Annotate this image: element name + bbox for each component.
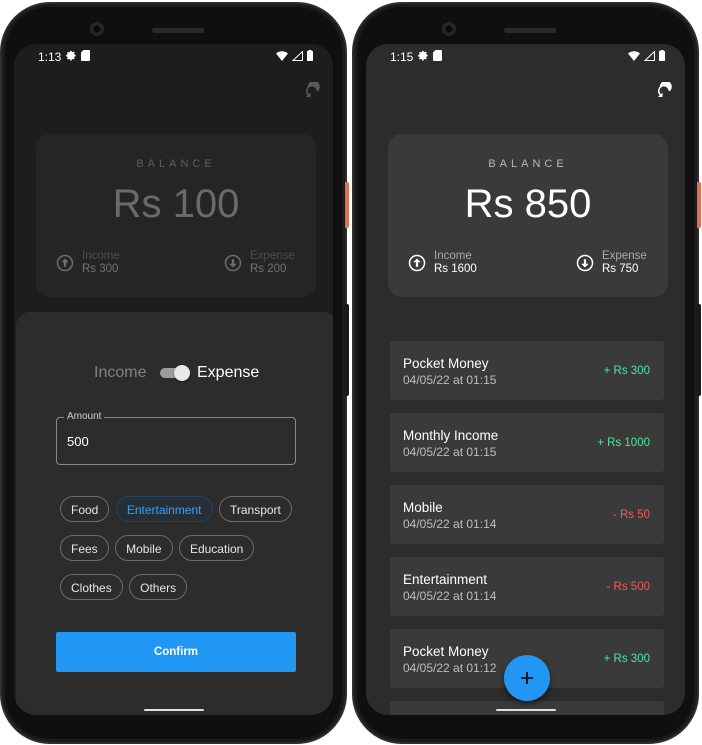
chip-clothes[interactable]: Clothes xyxy=(60,574,123,600)
balance-amount: Rs 100 xyxy=(112,182,240,226)
chip-others[interactable]: Others xyxy=(129,574,188,600)
transaction-item[interactable]: Entertainment 04/05/22 at 01:14 - Rs 500 xyxy=(390,557,664,616)
amount-label: Amount xyxy=(64,411,105,422)
category-chips: Food Entertainment Transport Fees Mobile… xyxy=(60,496,300,613)
transaction-item[interactable]: Monthly Income 04/05/22 at 01:15 + Rs 10… xyxy=(390,413,664,472)
balance-label: BALANCE xyxy=(136,158,216,170)
income-stat: Income Rs 300 xyxy=(56,250,120,276)
expense-value: Rs 200 xyxy=(250,263,287,275)
arrow-up-circle-icon xyxy=(408,254,426,272)
amount-input[interactable]: Amount 500 xyxy=(56,411,296,465)
gesture-nav-bar[interactable] xyxy=(496,709,556,711)
wifi-icon xyxy=(276,50,288,61)
screen-transactions: 1:15 BALANCE Rs 850 Income Rs 1600 Expen… xyxy=(366,44,685,715)
chip-fees[interactable]: Fees xyxy=(60,535,109,561)
transaction-amount: - Rs 500 xyxy=(606,581,650,593)
front-camera xyxy=(90,22,104,36)
toggle-expense-label: Expense xyxy=(197,364,260,381)
transaction-title: Entertainment xyxy=(403,572,488,587)
income-value: Rs 1600 xyxy=(434,263,477,275)
income-stat: Income Rs 1600 xyxy=(408,250,477,276)
refresh-icon[interactable] xyxy=(655,82,673,100)
transaction-time: 04/05/22 at 01:15 xyxy=(403,445,497,459)
balance-card: BALANCE Rs 100 Income Rs 300 Expense Rs … xyxy=(36,134,316,297)
amount-value: 500 xyxy=(67,434,89,449)
arrow-up-circle-icon xyxy=(56,254,74,272)
signal-icon xyxy=(644,50,655,61)
income-value: Rs 300 xyxy=(82,263,119,275)
chip-education[interactable]: Education xyxy=(178,535,255,561)
status-time: 1:15 xyxy=(390,50,414,64)
status-bar: 1:13 xyxy=(14,44,333,70)
balance-card: BALANCE Rs 850 Income Rs 1600 Expense Rs… xyxy=(388,134,668,297)
chip-entertainment[interactable]: Entertainment xyxy=(115,496,213,522)
refresh-icon[interactable] xyxy=(303,82,321,100)
chip-mobile[interactable]: Mobile xyxy=(115,535,173,561)
transaction-item-partial[interactable] xyxy=(390,701,664,715)
transaction-amount: + Rs 300 xyxy=(603,653,650,665)
transaction-item[interactable]: Mobile 04/05/22 at 01:14 - Rs 50 xyxy=(390,485,664,544)
expense-label: Expense xyxy=(250,250,295,262)
chip-transport[interactable]: Transport xyxy=(218,496,292,522)
arrow-down-circle-icon xyxy=(224,254,242,272)
gesture-nav-bar[interactable] xyxy=(144,709,204,711)
transaction-time: 04/05/22 at 01:15 xyxy=(403,373,497,387)
expense-stat: Expense Rs 200 xyxy=(224,250,295,276)
balance-amount: Rs 850 xyxy=(464,182,592,226)
add-transaction-sheet: Income Expense Amount 500 Food Entertain… xyxy=(16,312,333,715)
volume-button xyxy=(345,304,349,396)
expense-label: Expense xyxy=(602,250,647,262)
transaction-amount: + Rs 300 xyxy=(603,365,650,377)
power-button xyxy=(697,182,701,228)
volume-button xyxy=(697,304,701,396)
type-toggle-row: Income Expense xyxy=(16,362,333,384)
sd-card-icon xyxy=(81,50,90,61)
status-bar: 1:15 xyxy=(366,44,685,70)
front-camera xyxy=(442,22,456,36)
earpiece-speaker xyxy=(504,28,556,33)
transaction-time: 04/05/22 at 01:14 xyxy=(403,589,497,603)
switch-thumb xyxy=(174,365,190,381)
transaction-time: 04/05/22 at 01:12 xyxy=(403,661,497,675)
gear-icon xyxy=(418,50,428,61)
income-label: Income xyxy=(434,250,472,262)
transaction-amount: + Rs 1000 xyxy=(597,437,650,449)
transaction-title: Pocket Money xyxy=(403,644,489,659)
expense-stat: Expense Rs 750 xyxy=(576,250,647,276)
phone-right: 1:15 BALANCE Rs 850 Income Rs 1600 Expen… xyxy=(352,2,701,744)
earpiece-speaker xyxy=(152,28,204,33)
transaction-item[interactable]: Pocket Money 04/05/22 at 01:15 + Rs 300 xyxy=(390,341,664,400)
expense-value: Rs 750 xyxy=(602,263,639,275)
battery-icon xyxy=(307,50,313,61)
chip-food[interactable]: Food xyxy=(60,496,110,522)
transaction-title: Monthly Income xyxy=(403,428,499,443)
arrow-down-circle-icon xyxy=(576,254,594,272)
status-time: 1:13 xyxy=(38,50,62,64)
power-button xyxy=(345,182,349,228)
toggle-income-label: Income xyxy=(94,364,147,381)
transaction-title: Mobile xyxy=(403,500,443,515)
screen-add-transaction: 1:13 BALANCE Rs 100 Income Rs 300 Expens… xyxy=(14,44,333,715)
phone-left: 1:13 BALANCE Rs 100 Income Rs 300 Expens… xyxy=(0,2,349,744)
transaction-time: 04/05/22 at 01:14 xyxy=(403,517,497,531)
battery-icon xyxy=(659,50,665,61)
wifi-icon xyxy=(628,50,640,61)
signal-icon xyxy=(292,50,303,61)
confirm-button[interactable]: Confirm xyxy=(56,632,296,672)
balance-label: BALANCE xyxy=(488,158,568,170)
income-label: Income xyxy=(82,250,120,262)
income-expense-switch[interactable] xyxy=(158,365,190,381)
sd-card-icon xyxy=(433,50,442,61)
plus-icon xyxy=(521,672,533,684)
transaction-amount: - Rs 50 xyxy=(612,509,650,521)
add-transaction-fab[interactable] xyxy=(504,655,550,701)
transaction-title: Pocket Money xyxy=(403,356,489,371)
gear-icon xyxy=(66,50,76,61)
